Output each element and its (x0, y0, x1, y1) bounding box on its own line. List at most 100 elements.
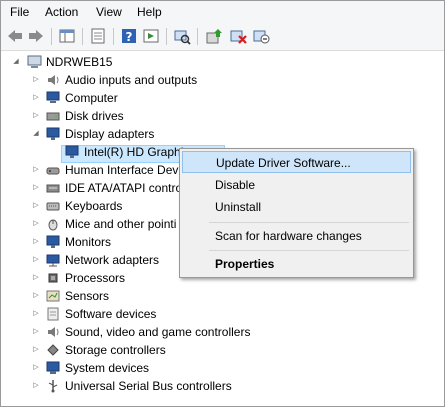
menu-item-label: Scan for hardware changes (215, 229, 362, 243)
tree-item[interactable]: ▷ Sound, video and game controllers (1, 323, 441, 341)
keyboard-icon (46, 199, 60, 213)
expand-arrow-icon[interactable]: ▷ (31, 89, 41, 107)
tree-item-label: IDE ATA/ATAPI contro (65, 181, 183, 195)
menu-item-uninstall[interactable]: Uninstall (182, 196, 411, 218)
processor-icon (46, 271, 60, 285)
tree-item-label: Computer (65, 91, 118, 105)
tree-item-label: Software devices (65, 307, 157, 321)
disable-device-icon[interactable] (252, 27, 270, 45)
tree-item-label: Monitors (65, 235, 112, 249)
tree-item-label: Display adapters (65, 127, 155, 141)
expand-arrow-icon[interactable]: ▷ (31, 287, 41, 305)
expand-arrow-icon[interactable]: ▷ (31, 323, 41, 341)
menu-action[interactable]: Action (45, 5, 78, 19)
toolbar-separator (51, 28, 52, 45)
hid-icon (46, 163, 60, 177)
toolbar: ? (1, 23, 444, 51)
tree-item-label: Processors (65, 271, 126, 285)
menu-item-label: Uninstall (215, 200, 262, 214)
expand-arrow-icon[interactable]: ▷ (31, 251, 41, 269)
collapse-arrow-icon[interactable]: ◢ (11, 53, 21, 71)
network-adapter-icon (46, 253, 60, 267)
collapse-arrow-icon[interactable]: ◢ (31, 125, 41, 143)
menu-item-properties[interactable]: Properties (182, 253, 411, 275)
expand-arrow-icon[interactable]: ▷ (31, 197, 41, 215)
expand-arrow-icon[interactable]: ▷ (31, 215, 41, 233)
tree-item[interactable]: ▷ Storage controllers (1, 341, 441, 359)
menu-view[interactable]: View (96, 5, 122, 19)
tree-item-label: Sound, video and game controllers (65, 325, 251, 339)
expand-arrow-icon[interactable]: ▷ (31, 305, 41, 323)
usb-icon (46, 379, 60, 393)
tree-item-label: Sensors (65, 289, 110, 303)
menu-item-update-driver[interactable]: Update Driver Software... (182, 151, 411, 173)
help-icon[interactable]: ? (120, 27, 138, 45)
tree-item[interactable]: ▷ Computer (1, 89, 441, 107)
tree-item-label: Storage controllers (65, 343, 166, 357)
menu-separator (209, 250, 409, 251)
tree-item[interactable]: ▷ Sensors (1, 287, 441, 305)
system-device-icon (46, 361, 60, 375)
menu-item-label: Disable (215, 178, 256, 192)
tree-item[interactable]: ◢ Display adapters (1, 125, 441, 143)
menu-separator (209, 222, 409, 223)
menu-file[interactable]: File (10, 5, 29, 19)
computer-icon (27, 55, 42, 69)
tree-item-label: Human Interface Devi (65, 163, 182, 177)
ide-controller-icon (46, 181, 60, 195)
menu-item-label: Properties (215, 257, 275, 271)
expand-arrow-icon[interactable]: ▷ (31, 377, 41, 395)
tree-item-label: Intel(R) HD Graphi (84, 145, 184, 159)
properties-icon[interactable] (89, 27, 107, 45)
tree-item-label: Universal Serial Bus controllers (65, 379, 232, 393)
toolbar-separator (113, 28, 114, 45)
speaker-icon (46, 73, 60, 87)
menu-item-scan-hardware[interactable]: Scan for hardware changes (182, 225, 411, 247)
expand-arrow-icon[interactable]: ▷ (31, 179, 41, 197)
scan-hardware-icon[interactable] (173, 27, 191, 45)
context-menu: Update Driver Software... Disable Uninst… (179, 148, 414, 278)
expand-arrow-icon[interactable]: ▷ (31, 161, 41, 179)
display-adapter-icon (46, 127, 60, 141)
computer-icon (46, 91, 60, 105)
expand-arrow-icon[interactable]: ▷ (31, 107, 41, 125)
toolbar-separator (166, 28, 167, 45)
tree-item-label: Disk drives (65, 109, 124, 123)
svg-text:?: ? (126, 30, 133, 44)
tree-item-label: Network adapters (65, 253, 160, 267)
tree-item-label: System devices (65, 361, 150, 375)
update-driver-icon[interactable] (205, 27, 223, 45)
forward-icon[interactable] (27, 27, 45, 45)
tree-item-label: Keyboards (65, 199, 123, 213)
tree-item[interactable]: ▷ System devices (1, 359, 441, 377)
tree-item[interactable]: ▷ Software devices (1, 305, 441, 323)
uninstall-device-icon[interactable] (229, 27, 247, 45)
expand-arrow-icon[interactable]: ▷ (31, 341, 41, 359)
tree-item[interactable]: ▷ Audio inputs and outputs (1, 71, 441, 89)
tree-root-label: NDRWEB15 (46, 55, 113, 69)
mouse-icon (46, 217, 60, 231)
tree-item[interactable]: ▷ Disk drives (1, 107, 441, 125)
menu-item-disable[interactable]: Disable (182, 174, 411, 196)
tree-item-label: Mice and other pointi (65, 217, 177, 231)
action-pane-icon[interactable] (142, 27, 160, 45)
tree-item[interactable]: ▷ Universal Serial Bus controllers (1, 377, 441, 395)
expand-arrow-icon[interactable]: ▷ (31, 233, 41, 251)
monitor-icon (46, 235, 60, 249)
expand-arrow-icon[interactable]: ▷ (31, 71, 41, 89)
back-icon[interactable] (6, 27, 24, 45)
software-device-icon (46, 307, 60, 321)
sensor-icon (46, 289, 60, 303)
menu-bar: File Action View Help (1, 1, 444, 23)
toolbar-separator (197, 28, 198, 45)
tree-root[interactable]: ◢ NDRWEB15 (1, 53, 441, 71)
toolbar-separator (82, 28, 83, 45)
expand-arrow-icon[interactable]: ▷ (31, 269, 41, 287)
show-hide-tree-icon[interactable] (58, 27, 76, 45)
menu-help[interactable]: Help (137, 5, 162, 19)
monitor-icon (65, 145, 79, 159)
sound-icon (46, 325, 60, 339)
tree-item-label: Audio inputs and outputs (65, 73, 198, 87)
expand-arrow-icon[interactable]: ▷ (31, 359, 41, 377)
storage-controller-icon (46, 343, 60, 357)
